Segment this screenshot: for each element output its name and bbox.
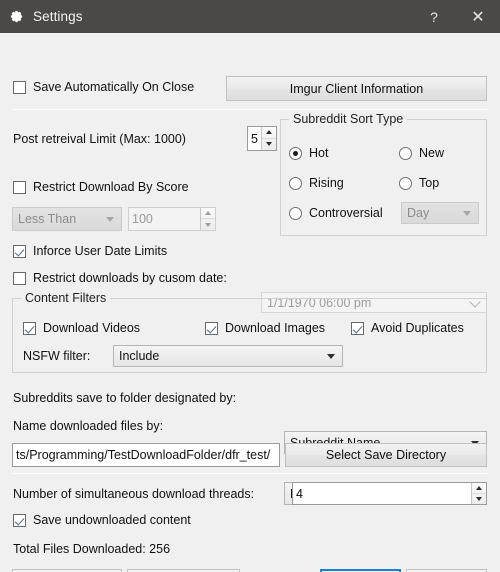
enforce-date-limits-label: Inforce User Date Limits xyxy=(33,244,168,258)
sort-option-top[interactable]: Top xyxy=(399,176,439,190)
gear-icon xyxy=(10,10,23,23)
download-images-checkbox[interactable] xyxy=(205,321,218,335)
nsfw-filter-value: Include xyxy=(119,349,160,363)
radio-controversial[interactable] xyxy=(289,206,302,220)
close-button[interactable]: ✕ xyxy=(456,0,500,33)
save-undownloaded-checkbox[interactable] xyxy=(13,513,26,527)
triangle-down-icon xyxy=(205,222,211,227)
score-threshold-value[interactable]: 100 xyxy=(129,208,200,230)
threads-spinner-up[interactable] xyxy=(472,483,486,494)
sort-option-new-label: New xyxy=(419,146,445,160)
total-files-downloaded: Total Files Downloaded: 256 xyxy=(13,542,171,556)
score-operator-select[interactable]: Less Than xyxy=(12,207,122,231)
download-images-row[interactable]: Download Images xyxy=(205,321,325,335)
post-limit-label: Post retreival Limit (Max: 1000) xyxy=(13,132,186,146)
radio-rising[interactable] xyxy=(289,176,302,190)
threads-spinbox[interactable]: 4 xyxy=(292,482,487,505)
sort-option-hot-label: Hot xyxy=(309,146,329,160)
content-filters-title: Content Filters xyxy=(21,291,111,305)
subreddit-sort-type-group: Subreddit Sort Type Hot New Rising Top C… xyxy=(280,112,487,236)
save-directory-value: ts/Programming/TestDownloadFolder/dfr_te… xyxy=(16,448,271,462)
triangle-down-icon xyxy=(266,142,272,147)
sort-option-new[interactable]: New xyxy=(399,146,444,160)
post-limit-spinner-up[interactable] xyxy=(262,127,276,139)
select-save-directory-button[interactable]: Select Save Directory xyxy=(285,443,487,467)
score-threshold-spinner-arrows[interactable] xyxy=(200,208,215,230)
sort-option-controversial-label: Controversial xyxy=(309,206,383,220)
chevron-down-icon xyxy=(106,217,114,222)
save-automatically-checkbox[interactable] xyxy=(13,80,26,94)
triangle-up-icon xyxy=(266,130,272,135)
threads-spinner-arrows[interactable] xyxy=(471,483,486,504)
post-limit-value[interactable]: 5 xyxy=(248,127,261,150)
chevron-down-icon xyxy=(327,354,335,359)
post-limit-spinbox[interactable]: 5 xyxy=(247,126,277,151)
radio-new[interactable] xyxy=(399,146,412,160)
title-bar: Settings ? ✕ xyxy=(0,0,500,33)
download-videos-label: Download Videos xyxy=(43,321,141,335)
threads-value[interactable]: 4 xyxy=(293,483,471,504)
custom-date-checkbox[interactable] xyxy=(13,271,26,285)
score-threshold-spinner-down[interactable] xyxy=(201,219,215,230)
threads-label: Number of simultaneous download threads: xyxy=(13,487,255,501)
help-button[interactable]: ? xyxy=(412,0,456,33)
window-title: Settings xyxy=(33,9,83,24)
avoid-duplicates-checkbox[interactable] xyxy=(351,321,364,335)
sort-option-hot[interactable]: Hot xyxy=(289,146,328,160)
save-automatically-label: Save Automatically On Close xyxy=(33,80,195,94)
threads-spinner-down[interactable] xyxy=(472,494,486,505)
custom-date-row[interactable]: Restrict downloads by cusom date: xyxy=(13,271,227,285)
save-automatically-checkbox-row[interactable]: Save Automatically On Close xyxy=(13,80,194,94)
sort-option-rising-label: Rising xyxy=(309,176,344,190)
radio-hot[interactable] xyxy=(289,146,302,160)
imgur-client-information-button[interactable]: Imgur Client Information xyxy=(226,76,487,101)
folder-designation-label: Subreddits save to folder designated by: xyxy=(13,391,237,405)
restrict-score-label: Restrict Download By Score xyxy=(33,180,189,194)
restrict-score-checkbox[interactable] xyxy=(13,180,26,194)
sort-option-top-label: Top xyxy=(419,176,440,190)
triangle-up-icon xyxy=(476,485,482,490)
enforce-date-limits-row[interactable]: Inforce User Date Limits xyxy=(13,244,167,258)
download-videos-checkbox[interactable] xyxy=(23,321,36,335)
separator-top xyxy=(12,109,488,110)
score-operator-value: Less Than xyxy=(18,212,77,226)
score-threshold-spinner-up[interactable] xyxy=(201,208,215,219)
sort-option-rising[interactable]: Rising xyxy=(289,176,344,190)
post-limit-spinner-arrows[interactable] xyxy=(261,127,276,150)
nsfw-filter-select[interactable]: Include xyxy=(113,345,343,367)
avoid-duplicates-label: Avoid Duplicates xyxy=(371,321,464,335)
triangle-down-icon xyxy=(476,496,482,501)
subreddit-sort-type-title: Subreddit Sort Type xyxy=(289,112,408,126)
settings-content: Save Automatically On Close Imgur Client… xyxy=(0,33,500,572)
restrict-score-checkbox-row[interactable]: Restrict Download By Score xyxy=(13,180,189,194)
content-filters-group: Content Filters Download Videos Download… xyxy=(12,291,487,373)
sort-time-value: Day xyxy=(407,206,430,220)
separator-threads xyxy=(12,473,488,474)
download-videos-row[interactable]: Download Videos xyxy=(23,321,140,335)
chevron-down-icon xyxy=(463,211,471,216)
post-limit-spinner-down[interactable] xyxy=(262,139,276,151)
triangle-up-icon xyxy=(205,211,211,215)
radio-top[interactable] xyxy=(399,176,412,190)
save-undownloaded-row[interactable]: Save undownloaded content xyxy=(13,513,191,527)
download-images-label: Download Images xyxy=(225,321,326,335)
avoid-duplicates-row[interactable]: Avoid Duplicates xyxy=(351,321,464,335)
custom-date-label: Restrict downloads by cusom date: xyxy=(33,271,227,285)
save-undownloaded-label: Save undownloaded content xyxy=(33,513,191,527)
sort-time-select[interactable]: Day xyxy=(401,202,479,224)
enforce-date-limits-checkbox[interactable] xyxy=(13,244,26,258)
nsfw-filter-label: NSFW filter: xyxy=(23,349,91,363)
score-threshold-spinbox[interactable]: 100 xyxy=(128,207,216,231)
file-naming-label: Name downloaded files by: xyxy=(13,419,164,433)
sort-option-controversial[interactable]: Controversial xyxy=(289,206,383,220)
save-directory-input[interactable]: ts/Programming/TestDownloadFolder/dfr_te… xyxy=(12,443,280,467)
